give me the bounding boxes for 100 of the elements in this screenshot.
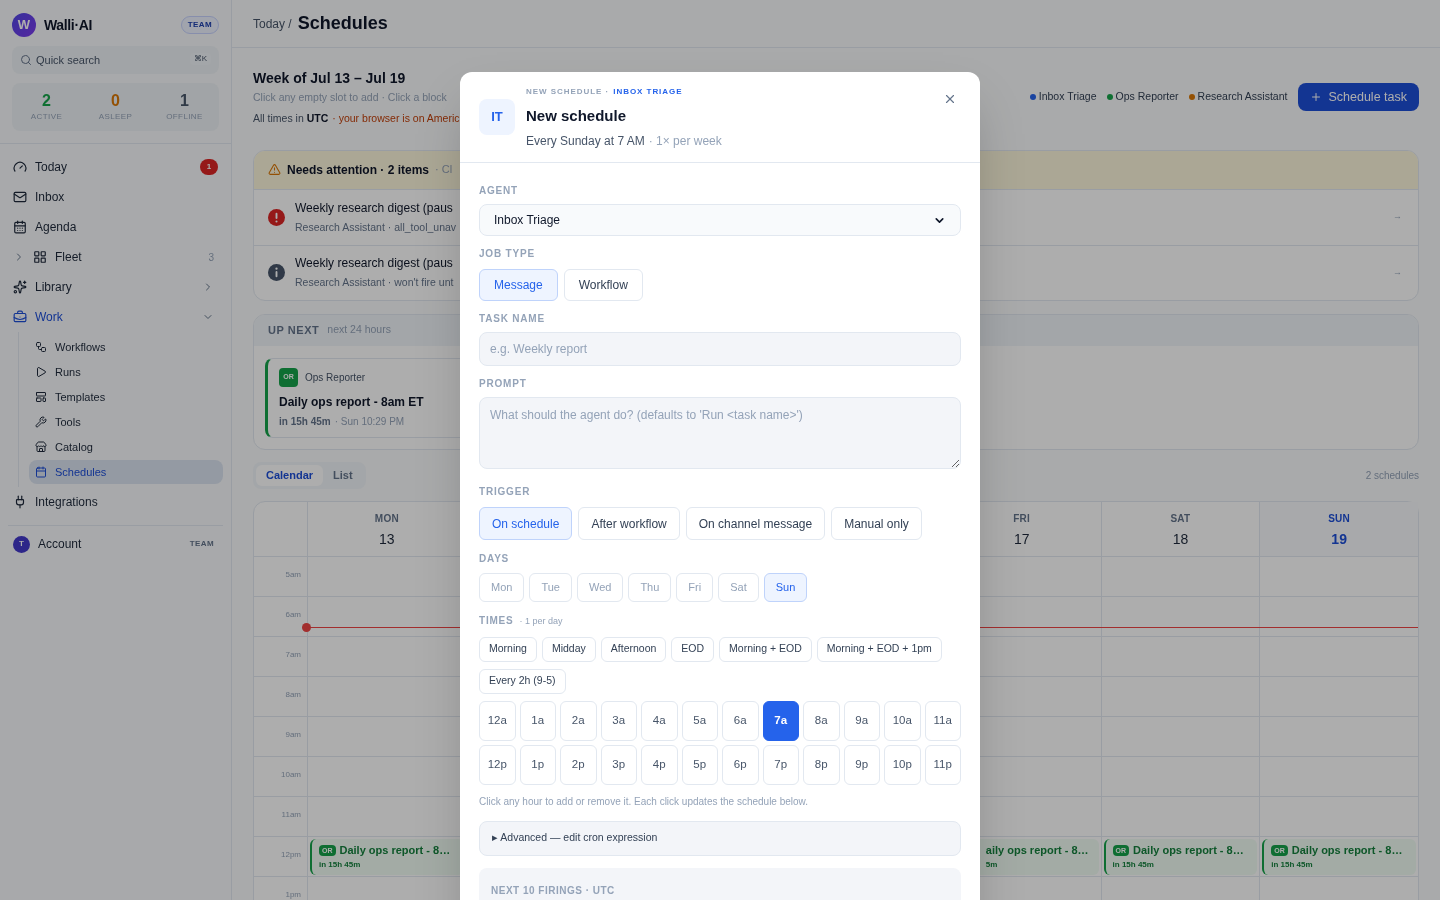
legend-label: Ops Reporter: [1115, 89, 1179, 105]
workflow-icon: [35, 341, 47, 353]
hour-chip[interactable]: 3a: [600, 700, 637, 741]
hour-chip[interactable]: 12a: [479, 700, 516, 741]
hour-chip[interactable]: 5a: [681, 700, 718, 741]
hour-chip[interactable]: 1p: [519, 744, 556, 785]
preset-chip[interactable]: Morning: [479, 636, 537, 662]
stat-value: 2: [42, 91, 51, 111]
hour-chip[interactable]: 4a: [641, 700, 678, 741]
up-next-title: Daily ops report - 8am ET: [279, 393, 425, 411]
hour-chip[interactable]: 4p: [641, 744, 678, 785]
hour-chip[interactable]: 2a: [560, 700, 597, 741]
schedule-count: 2 schedules: [1365, 468, 1419, 483]
hour-chip[interactable]: 12p: [479, 744, 516, 785]
hour-chip[interactable]: 10a: [884, 700, 921, 741]
hour-chip[interactable]: 8a: [803, 700, 840, 741]
stat-label: ACTIVE: [30, 111, 63, 123]
schedule-task-button[interactable]: Schedule task: [1298, 83, 1419, 111]
option-chip[interactable]: On channel message: [685, 507, 826, 540]
hour-chip[interactable]: 3p: [600, 744, 637, 785]
store-icon: [35, 441, 47, 453]
wrench-icon: [35, 416, 47, 428]
subnav-item[interactable]: Runs: [29, 360, 223, 384]
agent-name: Ops Reporter: [305, 370, 366, 385]
subnav-item[interactable]: Tools: [29, 410, 223, 434]
preset-chip[interactable]: Morning + EOD + 1pm: [816, 636, 942, 662]
nav-item[interactable]: Integrations: [8, 487, 223, 517]
subnav-item[interactable]: Templates: [29, 385, 223, 409]
nav-item[interactable]: Inbox: [8, 182, 223, 212]
hour-chip[interactable]: 10p: [884, 744, 921, 785]
hour-chip[interactable]: 9a: [843, 700, 880, 741]
hour-chip[interactable]: 2p: [560, 744, 597, 785]
event-title: aily ops report - 8…: [985, 842, 1089, 858]
option-chip[interactable]: After workflow: [578, 507, 680, 540]
breadcrumb-link[interactable]: Today /: [253, 14, 292, 33]
option-chip[interactable]: On schedule: [479, 507, 573, 540]
nav-item[interactable]: Work: [8, 302, 223, 332]
hour-chip[interactable]: 5p: [681, 744, 718, 785]
advanced-toggle[interactable]: ▸ Advanced — edit cron expression: [479, 820, 961, 856]
hour-chip[interactable]: 8p: [803, 744, 840, 785]
prompt-field[interactable]: What should the agent do? (defaults to 'Run <task name>'): [479, 397, 961, 469]
agent-select[interactable]: Inbox Triage: [479, 204, 961, 236]
page-title: Schedules: [297, 12, 388, 35]
preset-chip[interactable]: Morning + EOD: [719, 636, 812, 662]
attention-item-title[interactable]: Weekly research digest (paus: [295, 198, 453, 217]
field-label: JOB TYPE: [479, 247, 535, 261]
option-chip[interactable]: Manual only: [831, 507, 922, 540]
hour-chip[interactable]: 11a: [924, 700, 961, 741]
weekday-label: SUN: [1328, 511, 1351, 526]
nav-item[interactable]: Today 1: [8, 152, 223, 182]
hours-hint: Click any hour to add or remove it. Each click updates the schedule below.: [479, 794, 810, 809]
hour-chip[interactable]: 7p: [762, 744, 799, 785]
preset-chip[interactable]: Midday: [541, 636, 596, 662]
option-chip[interactable]: Workflow: [563, 269, 643, 301]
preset-chip[interactable]: EOD: [671, 636, 715, 662]
day-number: 13: [379, 529, 395, 549]
attention-item-title[interactable]: Weekly research digest (paus: [295, 254, 453, 273]
view-tab[interactable]: Calendar: [256, 464, 324, 486]
attention-item-detail: Research Assistant · all_tool_unav: [295, 219, 457, 235]
nav-item[interactable]: Fleet 3: [8, 242, 223, 272]
stat-value: 0: [111, 91, 120, 111]
option-chip[interactable]: Message: [479, 269, 558, 301]
hour-label: 5am: [285, 569, 301, 579]
hour-chip[interactable]: 6a: [722, 700, 759, 741]
schedule-summary: Every Sunday at 7 AM: [526, 132, 645, 150]
sparkles-icon: [13, 280, 27, 294]
hour-chip[interactable]: 11p: [924, 744, 961, 785]
hour-chip[interactable]: 6p: [722, 744, 759, 785]
preset-chip[interactable]: Every 2h (9-5): [479, 668, 566, 694]
subnav-item[interactable]: Schedules: [29, 460, 223, 484]
field-label: AGENT: [479, 184, 518, 198]
preset-chip[interactable]: Afternoon: [600, 636, 667, 662]
close-icon[interactable]: [943, 92, 957, 106]
section-subtitle: next 24 hours: [327, 322, 391, 338]
now-marker: [302, 622, 311, 632]
section-title: UP NEXT: [268, 322, 320, 338]
nav-item[interactable]: Agenda: [8, 212, 223, 242]
firings-title: NEXT 10 FIRINGS · UTC: [491, 884, 615, 896]
account-link[interactable]: Account: [38, 535, 182, 553]
task-name-field[interactable]: e.g. Weekly report: [479, 332, 961, 366]
run-time: · Sun 10:29 PM: [334, 414, 405, 429]
event-eta: 5m: [985, 859, 999, 872]
hour-label: 1pm: [285, 889, 301, 899]
subnav-item[interactable]: Workflows: [29, 335, 223, 359]
option-chip[interactable]: Sun: [763, 573, 808, 602]
attention-title: Needs attention · 2 items: [287, 161, 430, 179]
count-badge: 1: [200, 159, 218, 175]
info-icon: [268, 264, 285, 281]
agent-avatar: IT: [479, 99, 515, 135]
hour-label: 9am: [285, 729, 301, 739]
day-number: 18: [1172, 529, 1189, 549]
error-icon: [268, 208, 285, 226]
hour-label: 6am: [285, 609, 301, 619]
hour-chip[interactable]: 7a: [762, 700, 799, 741]
hour-chip[interactable]: 9p: [843, 744, 880, 785]
day-number: 17: [1013, 529, 1030, 549]
subnav-item[interactable]: Catalog: [29, 435, 223, 459]
hour-chip[interactable]: 1a: [519, 700, 556, 741]
nav-item[interactable]: Library: [8, 272, 223, 302]
event-title: Daily ops report - 8…: [1291, 842, 1403, 858]
